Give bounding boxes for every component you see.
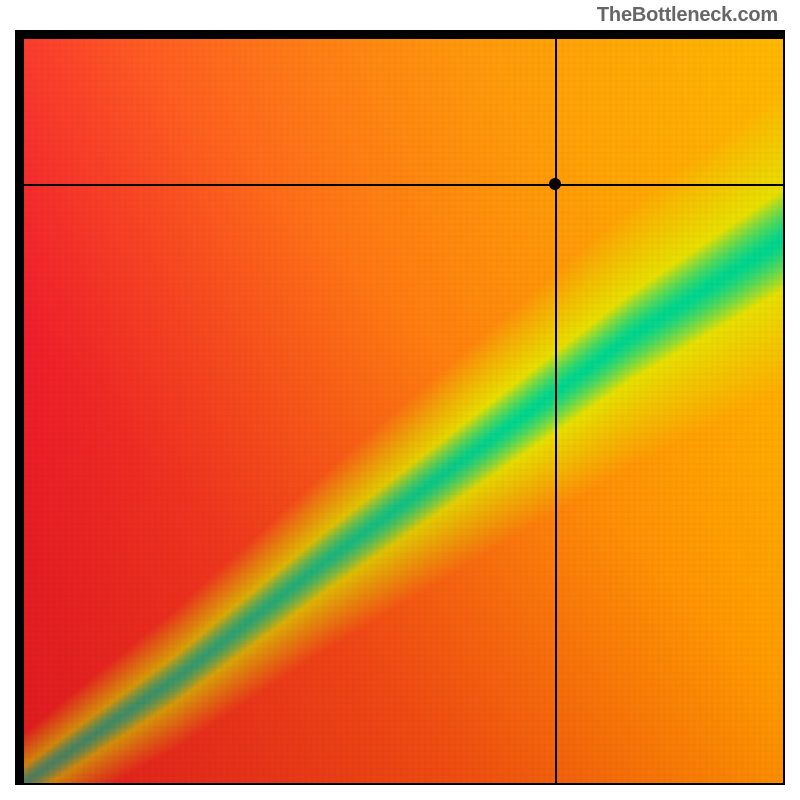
crosshair-vertical bbox=[555, 39, 557, 783]
heatmap-canvas bbox=[24, 39, 783, 783]
marker-dot bbox=[549, 178, 561, 190]
plot-frame bbox=[15, 30, 785, 785]
watermark-label: TheBottleneck.com bbox=[597, 4, 778, 27]
crosshair-horizontal bbox=[24, 184, 783, 186]
plot-area bbox=[24, 39, 783, 783]
